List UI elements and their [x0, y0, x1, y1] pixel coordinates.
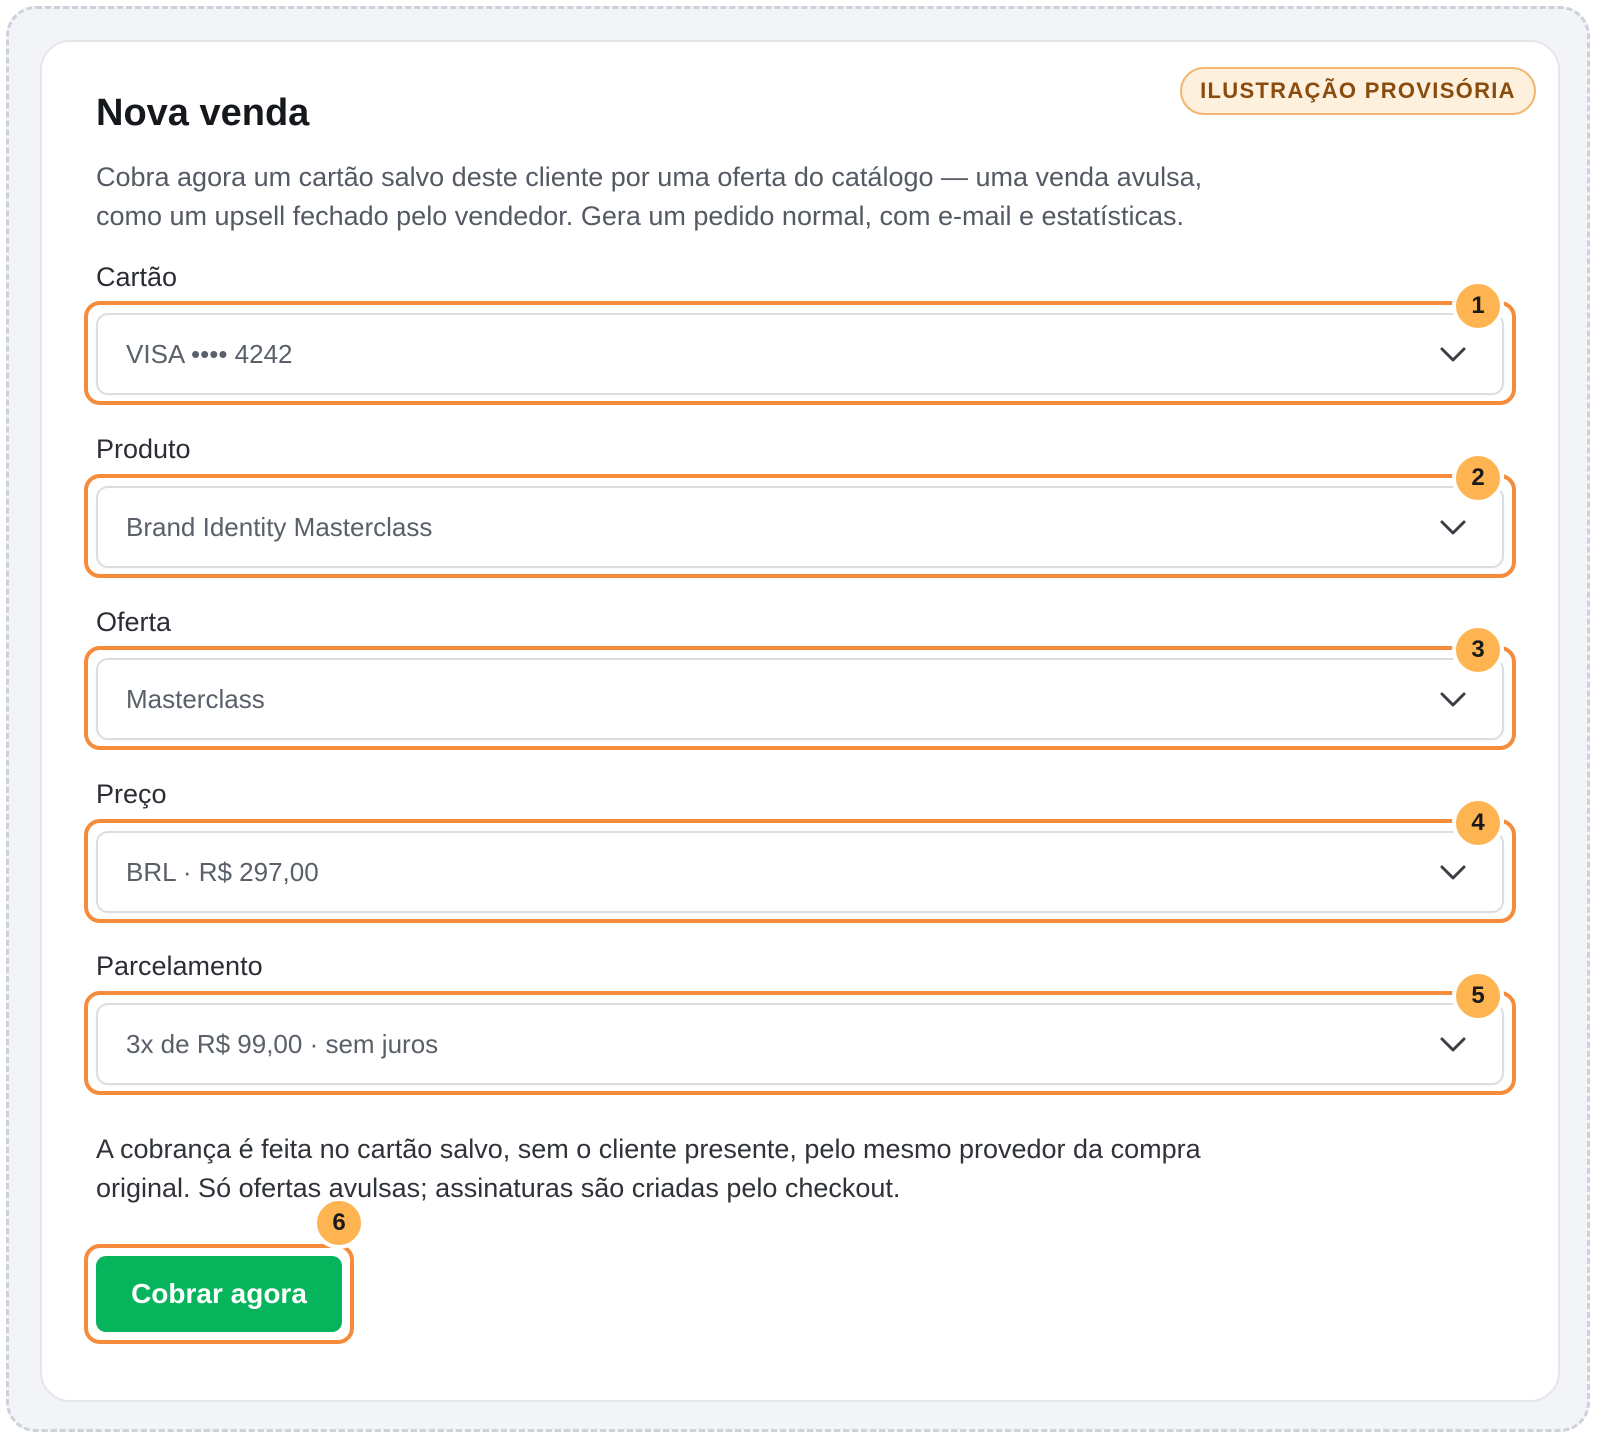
price-select[interactable]: BRL · R$ 297,00 — [96, 831, 1504, 913]
marker-5: 5 — [1452, 970, 1504, 1022]
card-field-label: Cartão — [96, 262, 178, 292]
card-select-value: VISA •••• 4242 — [126, 338, 293, 369]
installments-select[interactable]: 3x de R$ 99,00 · sem juros — [96, 1003, 1504, 1085]
offer-field-label: Oferta — [96, 607, 172, 637]
chevron-down-icon — [1440, 865, 1466, 880]
chevron-down-icon — [1440, 520, 1466, 535]
price-field-label: Preço — [96, 779, 167, 809]
chevron-down-icon — [1440, 347, 1466, 362]
card-select[interactable]: VISA •••• 4242 — [96, 313, 1504, 395]
charge-now-button[interactable]: Cobrar agora — [96, 1256, 342, 1332]
marker-3: 3 — [1452, 624, 1504, 676]
product-select[interactable]: Brand Identity Masterclass — [96, 486, 1504, 568]
chevron-down-icon — [1440, 692, 1466, 707]
offer-select-value: Masterclass — [126, 683, 265, 714]
product-field-label: Produto — [96, 434, 191, 464]
marker-1: 1 — [1452, 280, 1504, 332]
chevron-down-icon — [1440, 1037, 1466, 1052]
charge-note: A cobrança é feita no cartão salvo, sem … — [96, 1134, 1201, 1203]
marker-2: 2 — [1452, 452, 1504, 504]
offer-select[interactable]: Masterclass — [96, 658, 1504, 740]
placeholder-badge: ILUSTRAÇÃO PROVISÓRIA — [1180, 67, 1536, 115]
installments-select-value: 3x de R$ 99,00 · sem juros — [126, 1028, 439, 1059]
price-select-value: BRL · R$ 297,00 — [126, 856, 319, 887]
intro-text: Cobra agora um cartão salvo deste client… — [96, 162, 1203, 231]
marker-4: 4 — [1452, 797, 1504, 849]
marker-6: 6 — [313, 1197, 365, 1249]
installments-field-label: Parcelamento — [96, 951, 263, 981]
product-select-value: Brand Identity Masterclass — [126, 511, 433, 542]
page-title: Nova venda — [96, 92, 310, 134]
